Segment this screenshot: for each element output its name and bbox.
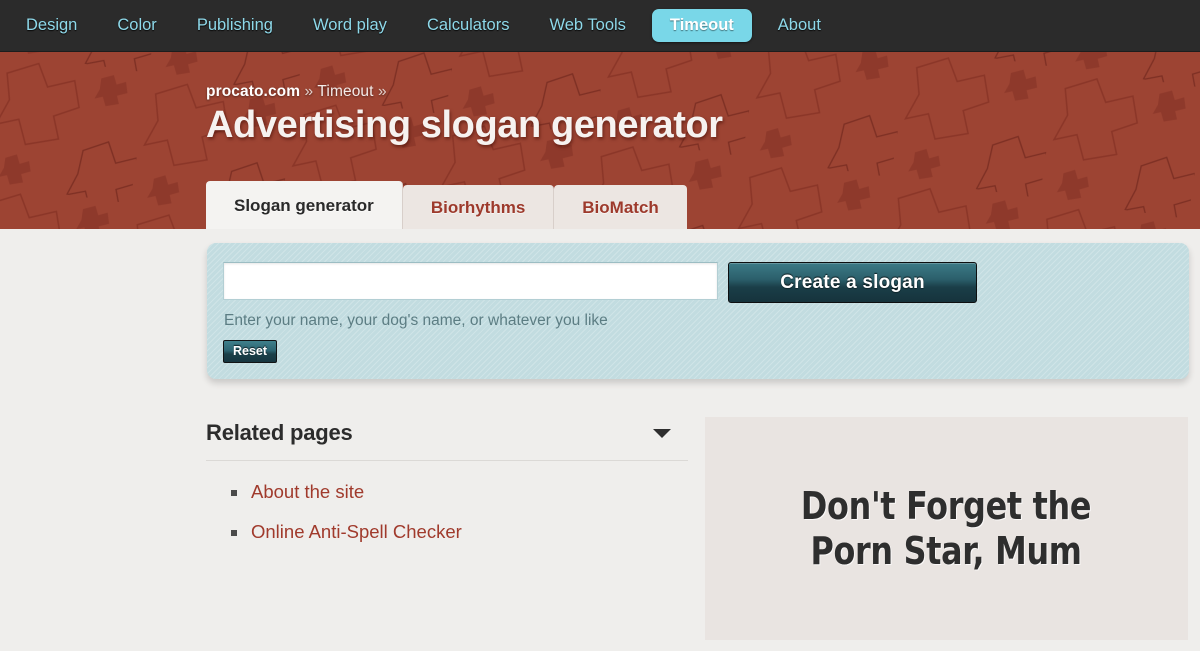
create-slogan-button[interactable]: Create a slogan bbox=[728, 262, 977, 303]
top-navigation-bar: Design Color Publishing Word play Calcul… bbox=[0, 0, 1200, 52]
page-title: Advertising slogan generator bbox=[206, 104, 723, 146]
nav-item-design[interactable]: Design bbox=[6, 10, 97, 42]
header-content: procato.com » Timeout » Advertising slog… bbox=[0, 52, 1200, 146]
name-input[interactable] bbox=[223, 262, 718, 300]
related-link-about-the-site[interactable]: About the site bbox=[251, 481, 364, 502]
nav-item-publishing[interactable]: Publishing bbox=[177, 10, 293, 42]
nav-item-color[interactable]: Color bbox=[97, 10, 176, 42]
chevron-down-icon[interactable] bbox=[653, 428, 671, 438]
form-input-row: Create a slogan bbox=[223, 262, 1189, 303]
tab-slogan-generator[interactable]: Slogan generator bbox=[206, 180, 403, 229]
breadcrumb-separator-1: » bbox=[304, 83, 314, 100]
slogan-result-text: Don't Forget the Porn Star, Mum bbox=[785, 484, 1109, 574]
reset-button[interactable]: Reset bbox=[223, 339, 278, 363]
related-link-online-anti-spell-checker[interactable]: Online Anti-Spell Checker bbox=[251, 521, 462, 542]
nav-item-about[interactable]: About bbox=[758, 10, 841, 42]
slogan-line-1: Don't Forget the bbox=[801, 483, 1092, 528]
nav-item-web-tools[interactable]: Web Tools bbox=[529, 10, 645, 42]
breadcrumb-site[interactable]: procato.com bbox=[206, 83, 300, 100]
slogan-result-panel: Don't Forget the Porn Star, Mum bbox=[705, 417, 1188, 640]
tab-biorhythms[interactable]: Biorhythms bbox=[402, 184, 555, 229]
input-help-text: Enter your name, your dog's name, or wha… bbox=[224, 312, 608, 329]
slogan-form-panel: Create a slogan Enter your name, your do… bbox=[207, 243, 1189, 379]
tab-strip: Slogan generator Biorhythms BioMatch bbox=[206, 180, 687, 229]
related-pages-section: Related pages About the site Online Anti… bbox=[206, 420, 688, 561]
breadcrumb-separator-2: » bbox=[377, 83, 387, 100]
nav-item-calculators[interactable]: Calculators bbox=[407, 10, 530, 42]
related-pages-list: About the site Online Anti-Spell Checker bbox=[206, 481, 688, 543]
list-item: Online Anti-Spell Checker bbox=[231, 521, 688, 543]
slogan-line-2: Porn Star, Mum bbox=[810, 528, 1083, 573]
related-pages-title: Related pages bbox=[206, 420, 353, 445]
nav-item-word-play[interactable]: Word play bbox=[293, 10, 407, 42]
breadcrumb: procato.com » Timeout » bbox=[206, 83, 1200, 101]
list-item: About the site bbox=[231, 481, 688, 503]
nav-item-timeout[interactable]: Timeout bbox=[651, 8, 752, 43]
related-pages-header[interactable]: Related pages bbox=[206, 420, 688, 461]
tab-biomatch[interactable]: BioMatch bbox=[554, 184, 687, 229]
page-header-banner: procato.com » Timeout » Advertising slog… bbox=[0, 52, 1200, 229]
breadcrumb-section[interactable]: Timeout bbox=[317, 83, 373, 100]
